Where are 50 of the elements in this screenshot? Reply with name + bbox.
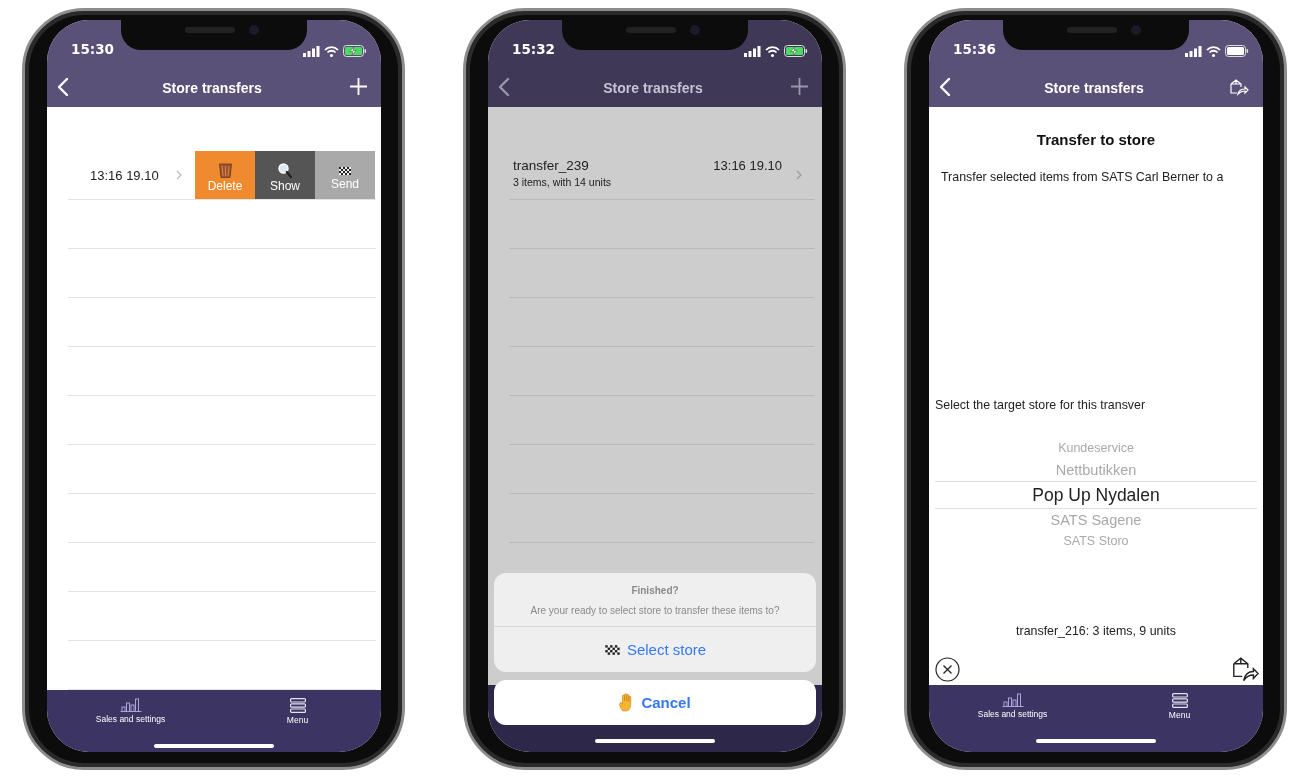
transfer-name: transfer_239 (513, 158, 589, 173)
tab-button[interactable]: Menu (1096, 685, 1263, 739)
checkered-flag-icon (603, 643, 621, 656)
transfer-time: 13:16 19.10 (713, 158, 782, 173)
menu-icon[interactable] (289, 698, 306, 713)
swipe-action-button[interactable]: Send (315, 151, 375, 199)
tab-button[interactable]: Sales and settings (47, 690, 214, 744)
screen-title: Store transfers (1043, 79, 1145, 96)
signal-icon (303, 45, 320, 57)
picker-option[interactable]: SATS Storo (935, 531, 1257, 552)
magnifier-icon (278, 163, 292, 178)
select-store-button[interactable]: Select store (494, 627, 816, 672)
status-time: 15:32 (512, 41, 555, 57)
picker-option[interactable]: Nettbutikken (935, 459, 1257, 481)
wifi-icon (1206, 45, 1221, 57)
checkered-flag-icon (338, 165, 352, 176)
status-time: 15:36 (953, 41, 996, 57)
picker-option[interactable]: Pop Up Nydalen (935, 481, 1257, 509)
sheet-title: Finished? (631, 585, 679, 596)
status-time: 15:30 (71, 41, 114, 57)
transfer-summary: transfer_216: 3 items, 9 units (1015, 624, 1177, 638)
menu-icon[interactable] (1171, 693, 1188, 708)
transfer-row[interactable]: transfer_239 13:16 19.10 3 items, with 14 units (509, 151, 814, 200)
signal-icon (744, 45, 761, 57)
tab-button[interactable]: Menu (214, 690, 381, 744)
screen-title: Store transfers (161, 79, 263, 96)
cancel-button[interactable]: Cancel (494, 680, 816, 725)
signal-icon (1185, 45, 1202, 57)
swipe-action-button[interactable]: Delete (195, 151, 255, 199)
chevron-icon (796, 170, 802, 180)
bar-chart-icon (1001, 693, 1024, 707)
back-icon[interactable] (498, 76, 510, 97)
wifi-icon (765, 45, 780, 57)
picker-option[interactable]: Kundeservice (935, 438, 1257, 459)
wifi-icon (324, 45, 339, 57)
tab-button[interactable]: Sales and settings (929, 685, 1096, 739)
trash-icon (218, 163, 232, 178)
prompt-text: Select the target store for this transver (935, 398, 1147, 412)
transfer-detail: 3 items, with 14 units (513, 176, 613, 188)
intro-text: Transfer selected items from SATS Carl Berner to a (941, 170, 1225, 184)
form-heading: Transfer to store (1035, 131, 1157, 148)
sheet-message: Are your ready to select store to transfer these items to? (530, 605, 780, 616)
swipe-action-button[interactable]: Show (255, 151, 315, 199)
transfer-time: 13:16 19.10 (90, 167, 159, 183)
chevron-icon (175, 170, 182, 180)
screen-title: Store transfers (602, 79, 704, 96)
close-icon[interactable] (935, 657, 960, 682)
add-icon[interactable] (791, 78, 808, 95)
picker-option[interactable]: SATS Sagene (935, 509, 1257, 531)
bar-chart-icon (119, 698, 142, 712)
